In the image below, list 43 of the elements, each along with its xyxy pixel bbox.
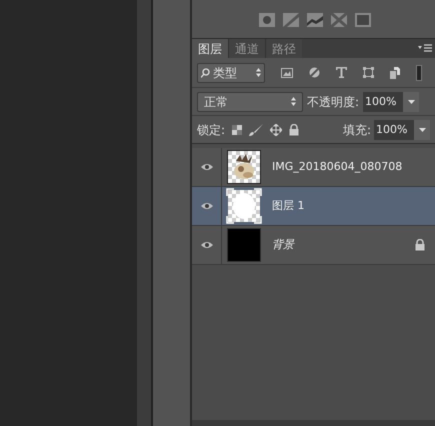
- lock-label: 锁定:: [197, 122, 226, 138]
- adjustment-filter-icon[interactable]: [309, 67, 320, 78]
- text-filter-icon[interactable]: [336, 67, 347, 78]
- adjustment-icon[interactable]: [306, 13, 322, 27]
- stepper-icon: [291, 97, 296, 106]
- menu-icon[interactable]: [418, 44, 432, 53]
- panel-tab[interactable]: 通道: [228, 39, 265, 58]
- smart-object-filter-icon[interactable]: [390, 66, 400, 78]
- image-filter-icon[interactable]: [281, 68, 293, 78]
- layer-name: IMG_20180604_080708: [272, 158, 404, 175]
- layer-row[interactable]: 图层 1: [192, 187, 435, 226]
- panel-tab[interactable]: 路径: [265, 39, 302, 58]
- eye-icon[interactable]: [200, 241, 212, 249]
- search-icon: [201, 68, 210, 78]
- lock-all-icon[interactable]: [289, 124, 300, 136]
- layer-row[interactable]: IMG_20180604_080708: [192, 148, 435, 187]
- eye-icon[interactable]: [200, 163, 212, 171]
- opacity-dropdown[interactable]: [403, 92, 420, 112]
- caret-icon: [418, 128, 426, 132]
- lock-transparency-icon[interactable]: [232, 124, 242, 134]
- move-icon[interactable]: [270, 124, 282, 136]
- panel-tab[interactable]: 图层: [192, 39, 228, 58]
- adjustment-icon[interactable]: [258, 13, 274, 27]
- blend-mode-dropdown[interactable]: 正常: [197, 92, 303, 112]
- caret-icon: [408, 100, 415, 104]
- layer-name: 背景: [272, 236, 296, 253]
- fill-dropdown[interactable]: [414, 120, 430, 140]
- eye-icon[interactable]: [200, 202, 212, 210]
- layer-row[interactable]: 背景: [192, 226, 435, 265]
- adjustment-icon[interactable]: [354, 13, 370, 27]
- layer-name: 图层 1: [272, 198, 306, 214]
- layer-thumbnail: [226, 188, 262, 224]
- fill-field[interactable]: 100%: [374, 120, 414, 140]
- stepper-icon: [256, 68, 261, 77]
- layer-lock-icon[interactable]: [415, 239, 425, 251]
- opacity-label: 不透明度:: [307, 94, 360, 110]
- filter-dropdown[interactable]: 类型: [197, 62, 265, 82]
- layer-thumbnail: [227, 228, 261, 262]
- shape-filter-icon[interactable]: [363, 67, 374, 78]
- opacity-field[interactable]: 100%: [363, 92, 404, 112]
- fill-label: 填充:: [342, 122, 371, 138]
- brush-icon[interactable]: [249, 124, 264, 136]
- filter-toggle[interactable]: [416, 64, 422, 80]
